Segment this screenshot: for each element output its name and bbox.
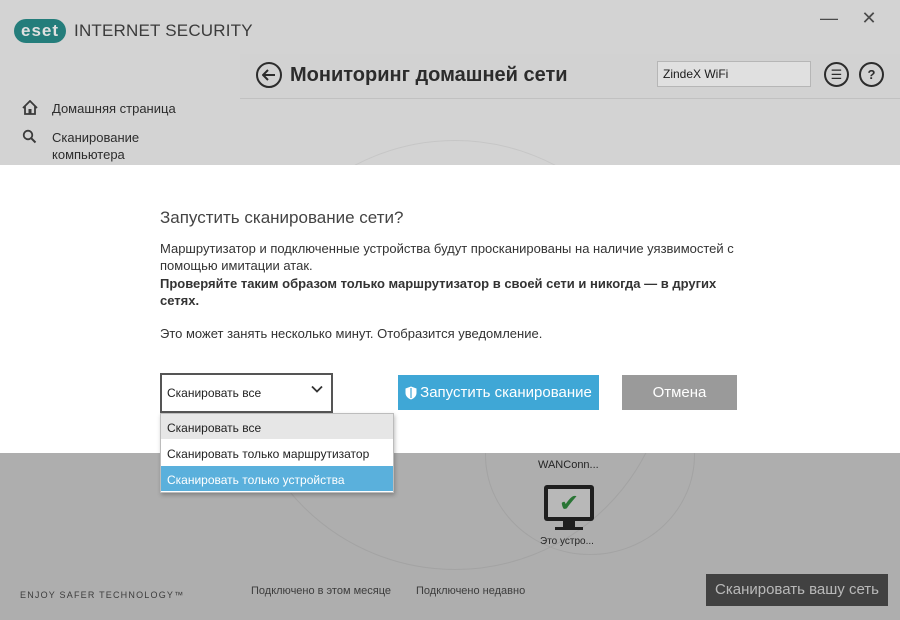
dropdown-option-all[interactable]: Сканировать все bbox=[161, 414, 393, 439]
shield-icon bbox=[405, 386, 417, 399]
dialog-note: Это может занять несколько минут. Отобра… bbox=[160, 326, 543, 341]
dialog-description: Маршрутизатор и подключенные устройства … bbox=[160, 241, 734, 273]
cancel-button[interactable]: Отмена bbox=[622, 375, 737, 410]
scan-dialog: Запустить сканирование сети? Маршрутизат… bbox=[0, 165, 900, 453]
dropdown-option-devices[interactable]: Сканировать только устройства bbox=[161, 466, 393, 491]
scan-scope-dropdown: Сканировать все Сканировать только маршр… bbox=[160, 413, 394, 493]
dialog-warning: Проверяйте таким образом только маршрути… bbox=[160, 276, 717, 308]
dropdown-option-router[interactable]: Сканировать только маршрутизатор bbox=[161, 440, 393, 465]
start-scan-label: Запустить сканирование bbox=[420, 384, 592, 401]
start-scan-button[interactable]: Запустить сканирование bbox=[398, 375, 599, 410]
dialog-title: Запустить сканирование сети? bbox=[160, 208, 404, 227]
overlay-bottom bbox=[0, 453, 900, 620]
chevron-down-icon bbox=[311, 385, 323, 393]
select-value: Сканировать все bbox=[167, 386, 262, 400]
scan-scope-select[interactable]: Сканировать все bbox=[160, 373, 333, 413]
overlay-top bbox=[0, 0, 900, 165]
